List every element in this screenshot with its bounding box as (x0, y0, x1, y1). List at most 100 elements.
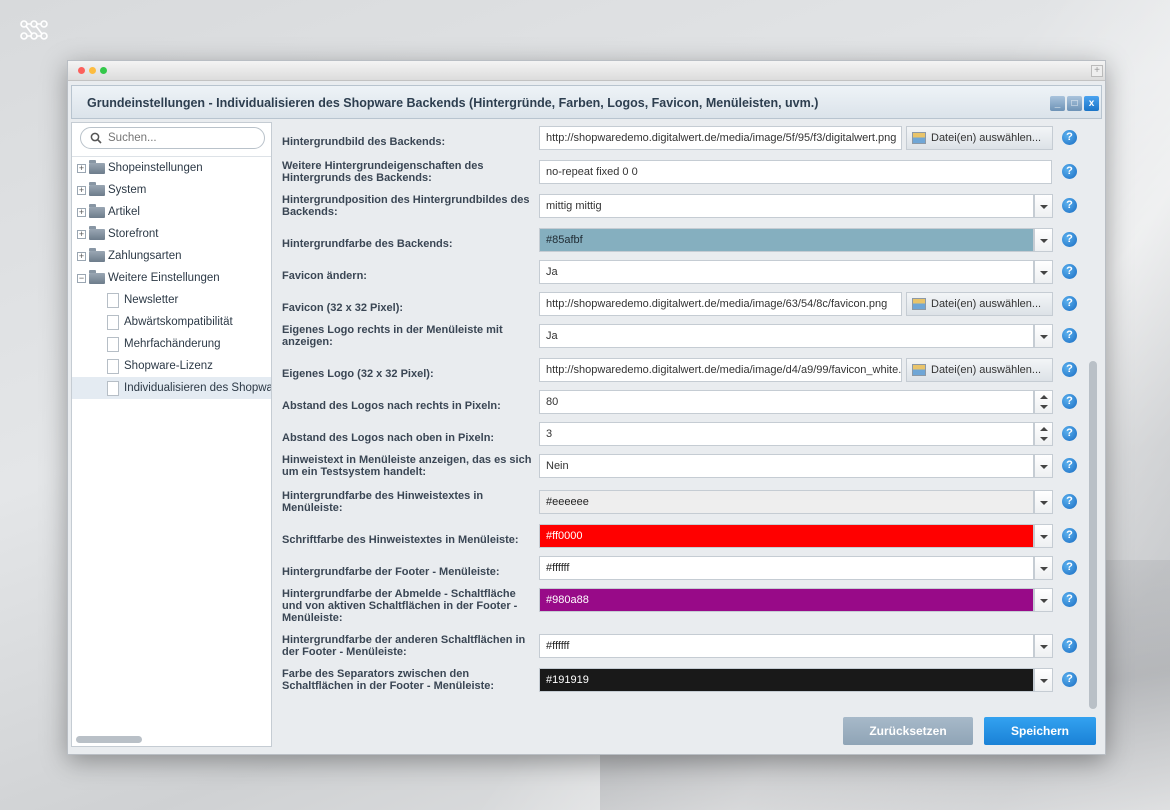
help-icon[interactable]: ? (1062, 232, 1077, 247)
dropdown-arrow-icon[interactable] (1034, 490, 1053, 514)
tree-item[interactable]: + Storefront (72, 223, 271, 245)
tree-item[interactable]: Shopware-Lizenz (72, 355, 271, 377)
help-icon[interactable]: ? (1062, 296, 1077, 311)
tree-item-label: Weitere Einstellungen (108, 272, 220, 284)
help-icon[interactable]: ? (1062, 164, 1077, 179)
help-icon[interactable]: ? (1062, 130, 1077, 145)
tree-item-label: Shopeinstellungen (108, 162, 203, 174)
help-icon[interactable]: ? (1062, 592, 1077, 607)
select-field[interactable]: mittig mittig (539, 194, 1034, 218)
color-field[interactable]: #ffffff (539, 634, 1034, 658)
file-path-field[interactable]: http://shopwaredemo.digitalwert.de/media… (539, 358, 902, 382)
tree-item[interactable]: Newsletter (72, 289, 271, 311)
dropdown-arrow-icon[interactable] (1034, 454, 1053, 478)
color-field[interactable]: #980a88 (539, 588, 1034, 612)
help-icon[interactable]: ? (1062, 560, 1077, 575)
help-icon[interactable]: ? (1062, 198, 1077, 213)
dropdown-arrow-icon[interactable] (1034, 588, 1053, 612)
tree-item-label: Mehrfachänderung (124, 338, 221, 350)
new-tab-button[interactable]: + (1091, 65, 1103, 77)
form-row: Hintergrundfarbe der Footer - Menüleiste… (275, 554, 1096, 584)
tree-item[interactable]: + System (72, 179, 271, 201)
color-field[interactable]: #191919 (539, 668, 1034, 692)
expand-icon[interactable]: + (77, 186, 86, 195)
color-field[interactable]: #ff0000 (539, 524, 1034, 548)
close-button[interactable]: x (1084, 96, 1099, 111)
help-icon[interactable]: ? (1062, 362, 1077, 377)
dropdown-arrow-icon[interactable] (1034, 260, 1053, 284)
dropdown-arrow-icon[interactable] (1034, 194, 1053, 218)
minimize-button[interactable]: _ (1050, 96, 1065, 111)
field-label: Abstand des Logos nach rechts in Pixeln: (282, 400, 501, 412)
tree-item[interactable]: + Zahlungsarten (72, 245, 271, 267)
select-field[interactable]: Ja (539, 324, 1034, 348)
select-field[interactable]: Ja (539, 260, 1034, 284)
help-icon[interactable]: ? (1062, 394, 1077, 409)
horizontal-scrollbar[interactable] (76, 736, 142, 743)
tree-item[interactable]: Individualisieren des Shopware Backends (72, 377, 271, 399)
tree-item-label: Artikel (108, 206, 140, 218)
image-icon (912, 364, 926, 376)
expand-icon[interactable]: + (77, 208, 86, 217)
color-field[interactable]: #85afbf (539, 228, 1034, 252)
collapse-icon[interactable]: − (77, 274, 86, 283)
number-spinner[interactable] (1034, 422, 1053, 446)
dropdown-arrow-icon[interactable] (1034, 324, 1053, 348)
window-titlebar: Grundeinstellungen - Individualisieren d… (71, 85, 1102, 119)
search-input[interactable] (106, 130, 256, 146)
spin-down-icon[interactable] (1040, 437, 1048, 441)
mac-close-button[interactable] (78, 67, 85, 74)
folder-icon (89, 248, 105, 262)
tree-item[interactable]: + Shopeinstellungen (72, 157, 271, 179)
vertical-scrollbar[interactable] (1089, 361, 1097, 709)
mac-zoom-button[interactable] (100, 67, 107, 74)
tree-item[interactable]: Abwärtskompatibilität (72, 311, 271, 333)
choose-file-button[interactable]: Datei(en) auswählen... (906, 126, 1053, 150)
number-field[interactable]: 80 (539, 390, 1034, 414)
dropdown-arrow-icon[interactable] (1034, 668, 1053, 692)
color-field[interactable]: #eeeeee (539, 490, 1034, 514)
spin-up-icon[interactable] (1040, 395, 1048, 399)
reset-button[interactable]: Zurücksetzen (843, 717, 973, 745)
expand-icon[interactable]: + (77, 164, 86, 173)
help-icon[interactable]: ? (1062, 528, 1077, 543)
select-field[interactable]: Nein (539, 454, 1034, 478)
help-icon[interactable]: ? (1062, 264, 1077, 279)
number-spinner[interactable] (1034, 390, 1053, 414)
text-field[interactable]: no-repeat fixed 0 0 (539, 160, 1052, 184)
file-path-field[interactable]: http://shopwaredemo.digitalwert.de/media… (539, 126, 902, 150)
maximize-button[interactable]: □ (1067, 96, 1082, 111)
mac-minimize-button[interactable] (89, 67, 96, 74)
help-icon[interactable]: ? (1062, 426, 1077, 441)
field-label: Favicon (32 x 32 Pixel): (282, 302, 404, 314)
tree-item[interactable]: Mehrfachänderung (72, 333, 271, 355)
dropdown-arrow-icon[interactable] (1034, 524, 1053, 548)
save-button[interactable]: Speichern (984, 717, 1096, 745)
help-icon[interactable]: ? (1062, 328, 1077, 343)
expand-icon[interactable]: + (77, 252, 86, 261)
help-icon[interactable]: ? (1062, 672, 1077, 687)
expand-icon[interactable]: + (77, 230, 86, 239)
number-field[interactable]: 3 (539, 422, 1034, 446)
file-path-field[interactable]: http://shopwaredemo.digitalwert.de/media… (539, 292, 902, 316)
field-label: Hintergrundfarbe des Hinweistextes in Me… (282, 490, 484, 514)
spin-up-icon[interactable] (1040, 427, 1048, 431)
page-icon (107, 337, 119, 352)
dropdown-arrow-icon[interactable] (1034, 634, 1053, 658)
page-icon (107, 293, 119, 308)
help-icon[interactable]: ? (1062, 494, 1077, 509)
tree-item[interactable]: − Weitere Einstellungen (72, 267, 271, 289)
tree-item-label: Abwärtskompatibilität (124, 316, 233, 328)
tree-item[interactable]: + Artikel (72, 201, 271, 223)
search-box[interactable] (80, 127, 265, 149)
help-icon[interactable]: ? (1062, 638, 1077, 653)
choose-file-button[interactable]: Datei(en) auswählen... (906, 358, 1053, 382)
color-field[interactable]: #ffffff (539, 556, 1034, 580)
dropdown-arrow-icon[interactable] (1034, 228, 1053, 252)
spin-down-icon[interactable] (1040, 405, 1048, 409)
dropdown-arrow-icon[interactable] (1034, 556, 1053, 580)
image-icon (912, 298, 926, 310)
choose-file-button[interactable]: Datei(en) auswählen... (906, 292, 1053, 316)
field-label: Hintergrundbild des Backends: (282, 136, 446, 148)
help-icon[interactable]: ? (1062, 458, 1077, 473)
